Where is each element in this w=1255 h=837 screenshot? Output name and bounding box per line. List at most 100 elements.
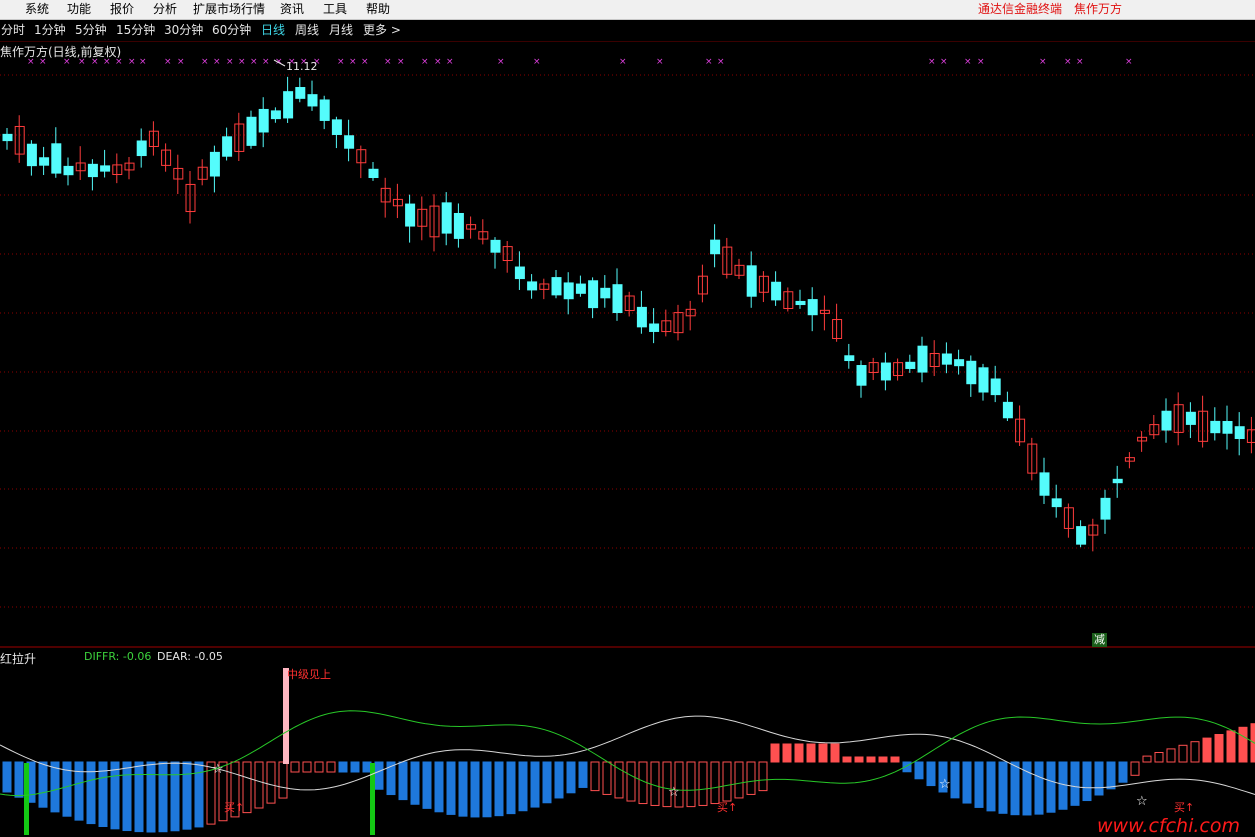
- candle-body: [710, 239, 721, 255]
- top-signal-label: 中级见上: [287, 668, 331, 681]
- marker-x: ×: [164, 57, 172, 67]
- histogram-bar: [974, 761, 984, 808]
- candle-body: [26, 143, 37, 167]
- histogram-bar: [350, 761, 360, 773]
- candle-body: [51, 143, 62, 174]
- pink-signal-bar: [283, 668, 289, 764]
- candle-body: [941, 353, 952, 365]
- candle-body: [1185, 411, 1196, 425]
- chart-canvas[interactable]: × × × × × × × × × × × × × × × × × × × × × × × × × × × × × × × × × × × × × × × ×…: [0, 0, 1255, 835]
- histogram-bar: [818, 743, 828, 763]
- histogram-bar: [710, 761, 720, 805]
- marker-x: ×: [446, 57, 454, 67]
- histogram-bar: [158, 761, 168, 833]
- candle-body: [100, 165, 111, 172]
- histogram-bar: [1226, 730, 1236, 763]
- histogram-bar: [302, 761, 312, 773]
- histogram-bar: [566, 761, 576, 794]
- histogram-bar: [14, 761, 24, 798]
- histogram-bar: [698, 761, 708, 806]
- candle-body: [1112, 478, 1123, 484]
- marker-x: ×: [397, 57, 405, 67]
- histogram-bar: [554, 761, 564, 799]
- histogram-bar: [38, 761, 48, 808]
- histogram-bar: [1010, 761, 1020, 816]
- histogram-bar: [602, 761, 612, 795]
- histogram-bar: [1190, 741, 1200, 763]
- candle-body: [63, 165, 74, 176]
- histogram-bar: [578, 761, 588, 788]
- histogram-bar: [134, 761, 144, 833]
- marker-x: ×: [238, 57, 246, 67]
- candle-body: [649, 323, 660, 332]
- marker-x: ×: [1076, 57, 1084, 67]
- histogram-bar: [1034, 761, 1044, 815]
- candle-body: [856, 365, 867, 386]
- candle-body: [1234, 426, 1245, 440]
- candle-body: [746, 265, 757, 297]
- candle-body: [954, 359, 965, 367]
- histogram-bar: [1154, 752, 1164, 763]
- histogram-bar: [626, 761, 636, 802]
- histogram-bar: [518, 761, 528, 812]
- histogram-bar: [842, 756, 852, 763]
- candle-body: [563, 282, 574, 300]
- dear-readout: DEAR: -0.05: [157, 650, 223, 663]
- histogram-bar: [1118, 761, 1128, 783]
- candle-body: [246, 116, 257, 146]
- candle-body: [39, 157, 50, 166]
- histogram-bar: [722, 761, 732, 802]
- marker-x: ×: [497, 57, 505, 67]
- histogram-bar: [962, 761, 972, 804]
- marker-x: ×: [533, 57, 541, 67]
- marker-x: ×: [928, 57, 936, 67]
- histogram-bar: [182, 761, 192, 830]
- marker-x: ×: [201, 57, 209, 67]
- candle-body: [441, 202, 452, 234]
- candle-body: [1039, 472, 1050, 496]
- marker-x: ×: [337, 57, 345, 67]
- candle-body: [222, 136, 233, 157]
- histogram-bar: [1106, 761, 1116, 790]
- histogram-bar: [290, 761, 300, 773]
- candle-body: [795, 300, 806, 306]
- buy-label: 买↑: [224, 801, 245, 814]
- histogram-bar: [782, 743, 792, 763]
- histogram-bar: [122, 761, 132, 832]
- histogram-bar: [446, 761, 456, 815]
- candle-body: [905, 361, 916, 369]
- upper-panel-title: 焦作万方(日线,前复权): [0, 45, 122, 59]
- star-marker: ☆: [212, 762, 224, 777]
- histogram-bar: [866, 756, 876, 763]
- candle-body: [514, 266, 525, 280]
- star-marker: ☆: [668, 785, 680, 800]
- histogram-bar: [314, 761, 324, 773]
- marker-x: ×: [275, 57, 283, 67]
- marker-x: ×: [940, 57, 948, 67]
- histogram-bar: [758, 761, 768, 792]
- histogram-bar: [410, 761, 420, 805]
- candle-body: [844, 355, 855, 362]
- indicator-title: 红拉升: [0, 652, 37, 666]
- histogram-bar: [326, 761, 336, 773]
- histogram-bar: [914, 761, 924, 780]
- histogram-bar: [170, 761, 180, 832]
- histogram-bar: [806, 743, 816, 763]
- candle-body: [1002, 401, 1013, 419]
- marker-x: ×: [128, 57, 136, 67]
- marker-x: ×: [421, 57, 429, 67]
- candle-body: [771, 281, 782, 301]
- histogram-bar: [878, 756, 888, 763]
- candle-body: [453, 212, 464, 239]
- histogram-bar: [458, 761, 468, 817]
- candle-body: [978, 367, 989, 393]
- histogram-bar: [1046, 761, 1056, 813]
- star-marker: ☆: [1136, 794, 1148, 809]
- histogram-bar: [374, 761, 384, 790]
- candle-body: [966, 360, 977, 385]
- histogram-bar: [1082, 761, 1092, 802]
- candle-body: [575, 283, 586, 294]
- histogram-bar: [1178, 744, 1188, 763]
- histogram-bar: [50, 761, 60, 813]
- marker-x: ×: [384, 57, 392, 67]
